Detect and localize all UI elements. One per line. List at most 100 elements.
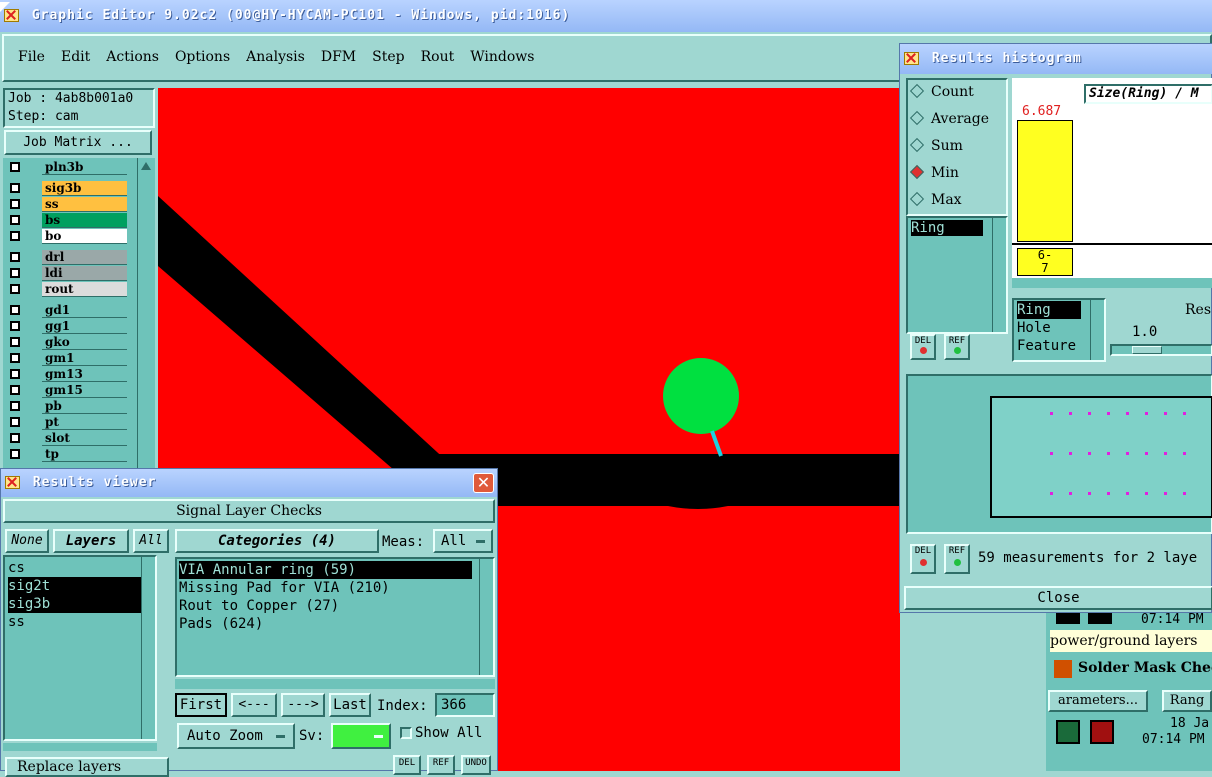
measurement-dot[interactable] [1088,492,1091,495]
measurement-dot[interactable] [1126,452,1129,455]
measure-list-item[interactable]: Hole [1017,319,1081,337]
show-all-checkbox[interactable] [400,727,412,739]
layer-name[interactable]: rout [42,282,127,297]
menu-file[interactable]: File [18,49,45,65]
meas-dropdown[interactable]: All [433,529,493,553]
histogram-ref-button-top[interactable]: REF [944,334,970,360]
index-field[interactable]: 366 [435,693,495,717]
auto-zoom-dropdown[interactable]: Auto Zoom [177,723,295,749]
layer-name[interactable]: sig3b [42,181,127,196]
measurement-dot[interactable] [1107,492,1110,495]
signal-layer-checks-header[interactable]: Signal Layer Checks [3,499,495,523]
category-item[interactable]: Pads (624) [179,615,472,633]
measurement-dot[interactable] [1164,452,1167,455]
layer-row-pt[interactable]: pt [7,415,127,430]
results-layer-item[interactable]: sig3b [8,595,148,613]
scroll-up-arrow[interactable] [141,162,151,170]
measure-list-item[interactable]: Feature [1017,337,1081,355]
histogram-del-button[interactable]: DEL [910,544,936,574]
layer-row-pb[interactable]: pb [7,399,127,414]
layer-row-bs[interactable]: bs [7,213,127,228]
replace-layers-dropdown[interactable]: Replace layers [5,757,169,777]
layer-row-ldi[interactable]: ldi [7,266,127,281]
measurement-dot[interactable] [1107,412,1110,415]
measure-list-scrollbar[interactable] [1090,300,1104,360]
layer-row-slot[interactable]: slot [7,431,127,446]
layer-checkbox[interactable] [10,268,20,278]
results-layers-hscroll[interactable] [3,743,157,751]
layer-name[interactable]: gd1 [42,303,127,318]
menu-dfm[interactable]: DFM [321,49,356,65]
layer-checkbox[interactable] [10,417,20,427]
res-slider[interactable] [1110,344,1212,356]
mode-radio-min[interactable]: Min [909,164,959,181]
layer-checkbox[interactable] [10,369,20,379]
layer-checkbox[interactable] [10,199,20,209]
all-button[interactable]: All [133,529,169,553]
mode-radio-average[interactable]: Average [909,110,989,127]
categories-scrollbar[interactable] [479,559,493,675]
layer-row-pln3b[interactable]: pln3b [7,160,127,175]
window-title-bar[interactable]: Graphic Editor 9.02c2 (00@HY-HYCAM-PC101… [0,0,1212,32]
layer-name[interactable]: bo [42,229,127,244]
next-button[interactable]: ---> [281,693,325,717]
mode-radio-count[interactable]: Count [909,83,974,100]
layer-checkbox[interactable] [10,449,20,459]
measurement-dot[interactable] [1069,412,1072,415]
layer-row-gm15[interactable]: gm15 [7,383,127,398]
menu-options[interactable]: Options [175,49,230,65]
first-button[interactable]: First [175,693,227,717]
category-item[interactable]: VIA Annular ring (59) [179,561,472,579]
results-layer-scrollbar[interactable] [141,557,155,739]
layer-name[interactable]: ss [42,197,127,212]
rv-del-button[interactable]: DEL [393,755,421,775]
layer-checkbox[interactable] [10,337,20,347]
categories-hscroll[interactable] [175,679,495,689]
menu-rout[interactable]: Rout [421,49,455,65]
bg-parameters-button[interactable]: arameters... [1048,690,1148,712]
layer-checkbox[interactable] [10,252,20,262]
menu-actions[interactable]: Actions [106,49,159,65]
layer-checkbox[interactable] [10,401,20,411]
results-viewer-close-button[interactable]: ✕ [473,473,494,493]
layer-checkbox[interactable] [10,215,20,225]
measure-list-item[interactable]: Ring [1017,301,1081,319]
ring-list-item[interactable]: Ring [911,220,983,236]
results-layer-item[interactable]: cs [8,559,148,577]
layer-name[interactable]: tp [42,447,127,462]
layer-name[interactable]: pln3b [42,160,127,175]
layer-checkbox[interactable] [10,162,20,172]
layer-row-ss[interactable]: ss [7,197,127,212]
measurement-dot[interactable] [1126,492,1129,495]
layer-checkbox[interactable] [10,284,20,294]
none-button[interactable]: None [5,529,49,553]
layer-row-gd1[interactable]: gd1 [7,303,127,318]
layer-row-bo[interactable]: bo [7,229,127,244]
histogram-hscroll[interactable] [1012,278,1212,288]
measurement-dot[interactable] [1050,412,1053,415]
histogram-del-button-top[interactable]: DEL [910,334,936,360]
category-item[interactable]: Missing Pad for VIA (210) [179,579,472,597]
layer-scrollbar[interactable] [137,158,154,468]
layer-row-sig3b[interactable]: sig3b [7,181,127,196]
bg-run-icon-1[interactable] [1056,720,1080,744]
layer-checkbox[interactable] [10,353,20,363]
measurement-dot[interactable] [1183,452,1186,455]
histogram-ref-button[interactable]: REF [944,544,970,574]
bg-range-button[interactable]: Rang [1162,690,1212,712]
measurement-dot[interactable] [1069,492,1072,495]
layers-button[interactable]: Layers [53,529,129,553]
prev-button[interactable]: <--- [231,693,277,717]
category-item[interactable]: Rout to Copper (27) [179,597,472,615]
layer-name[interactable]: ldi [42,266,127,281]
sv-color-dropdown[interactable] [331,723,391,749]
measurement-dot[interactable] [1050,452,1053,455]
mode-radio-max[interactable]: Max [909,191,962,208]
layer-checkbox[interactable] [10,433,20,443]
menu-analysis[interactable]: Analysis [246,49,305,65]
layer-checkbox[interactable] [10,231,20,241]
measurement-dot[interactable] [1145,452,1148,455]
layer-name[interactable]: drl [42,250,127,265]
rv-undo-button[interactable]: UNDO [461,755,491,775]
layer-checkbox[interactable] [10,305,20,315]
